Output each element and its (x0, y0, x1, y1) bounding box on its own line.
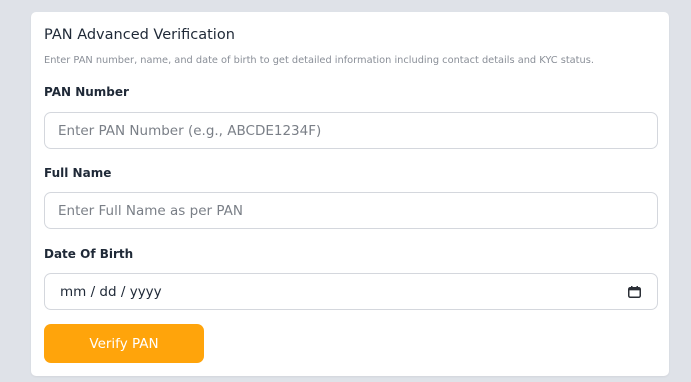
pan-number-input[interactable] (44, 112, 658, 149)
calendar-icon[interactable] (628, 286, 641, 298)
form-subtitle: Enter PAN number, name, and date of birt… (44, 55, 594, 66)
full-name-input[interactable] (44, 192, 658, 229)
verify-pan-button[interactable]: Verify PAN (44, 324, 204, 363)
date-of-birth-input[interactable]: mm / dd / yyyy (44, 273, 658, 310)
date-of-birth-label: Date Of Birth (44, 247, 134, 261)
verification-card: PAN Advanced Verification Enter PAN numb… (31, 12, 669, 376)
pan-number-label: PAN Number (44, 85, 129, 99)
date-of-birth-value: mm / dd / yyyy (60, 284, 162, 300)
form-title: PAN Advanced Verification (44, 27, 235, 43)
full-name-label: Full Name (44, 166, 112, 180)
